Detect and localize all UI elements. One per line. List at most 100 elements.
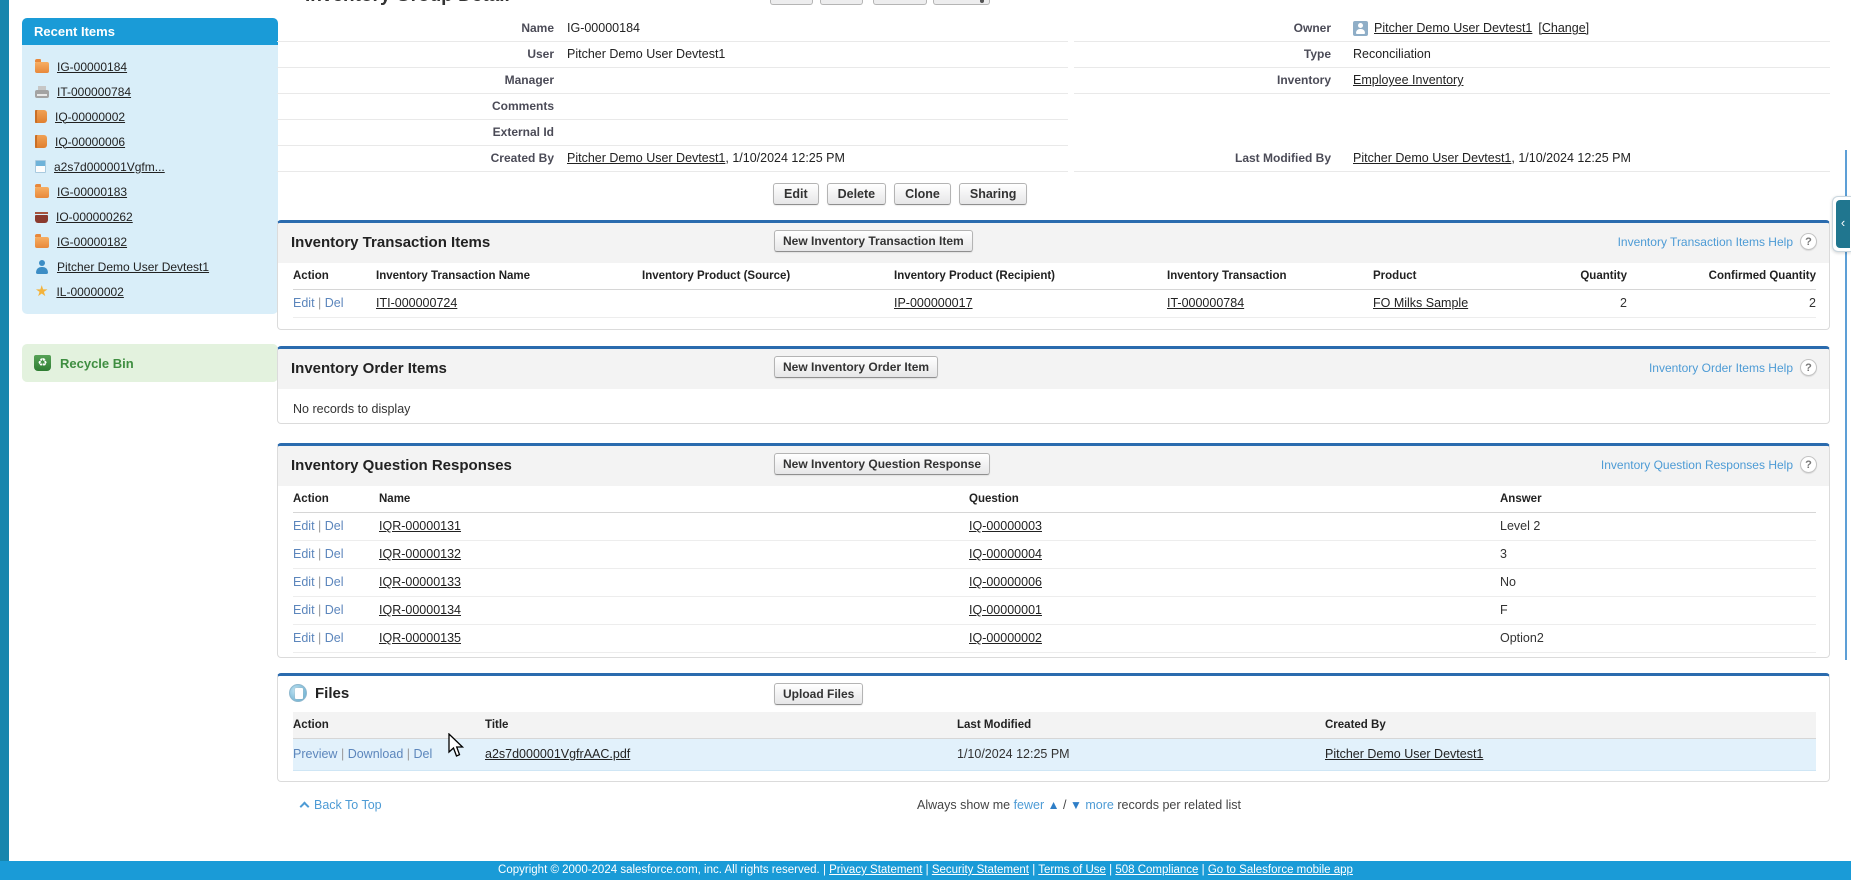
security-statement-link[interactable]: Security Statement	[932, 864, 1029, 876]
recent-item-link[interactable]: IL-00000002	[56, 285, 123, 299]
right-panel-toggle-tab[interactable]: ‹	[1832, 196, 1851, 252]
top-delete-button[interactable]	[820, 0, 863, 5]
order-items-help-link[interactable]: Inventory Order Items Help	[1649, 361, 1793, 375]
field-value: Pitcher Demo User Devtest1	[567, 42, 725, 67]
del-link[interactable]: Del	[325, 631, 344, 645]
recent-item[interactable]: IT-000000784	[22, 79, 278, 104]
response-link[interactable]: IQR-00000135	[379, 631, 461, 645]
cell-question: IQ-00000001	[969, 596, 1500, 624]
response-link[interactable]: IQR-00000134	[379, 603, 461, 617]
recent-item-link[interactable]: IQ-00000002	[55, 110, 125, 124]
book-orange-icon	[35, 135, 47, 148]
del-link[interactable]: Del	[325, 547, 344, 561]
mobile-app-link[interactable]: Go to Salesforce mobile app	[1208, 864, 1353, 876]
recent-item[interactable]: IO-000000262	[22, 204, 278, 229]
fewer-link[interactable]: fewer	[1014, 798, 1045, 812]
transaction-item-link[interactable]: ITI-000000724	[376, 296, 457, 310]
product-link[interactable]: FO Milks Sample	[1373, 296, 1468, 310]
del-link[interactable]: Del	[325, 603, 344, 617]
recent-item[interactable]: IG-00000182	[22, 229, 278, 254]
question-link[interactable]: IQ-00000002	[969, 631, 1042, 645]
recent-item[interactable]: IQ-00000002	[22, 104, 278, 129]
terms-of-use-link[interactable]: Terms of Use	[1038, 864, 1106, 876]
up-triangle-icon[interactable]: ▲	[1048, 798, 1060, 812]
back-to-top[interactable]: Back To Top	[301, 798, 382, 812]
always-show-suffix: records per related list	[1117, 798, 1241, 812]
sharing-button[interactable]: Sharing	[959, 183, 1028, 205]
question-responses-help-link[interactable]: Inventory Question Responses Help	[1601, 458, 1793, 472]
cell-answer: F	[1500, 596, 1816, 624]
response-link[interactable]: IQR-00000132	[379, 547, 461, 561]
download-link[interactable]: Download	[348, 747, 404, 761]
owner-change-link[interactable]: [Change]	[1538, 16, 1589, 41]
response-link[interactable]: IQR-00000131	[379, 519, 461, 533]
preview-link[interactable]: Preview	[293, 747, 337, 761]
compliance-link[interactable]: 508 Compliance	[1115, 864, 1198, 876]
recent-item-link[interactable]: IO-000000262	[56, 210, 133, 224]
more-link[interactable]: more	[1085, 798, 1113, 812]
del-link[interactable]: Del	[414, 747, 433, 761]
field-label: Comments	[277, 94, 554, 119]
del-link[interactable]: Del	[325, 296, 344, 310]
privacy-statement-link[interactable]: Privacy Statement	[829, 864, 922, 876]
recycle-bin[interactable]: ♻ Recycle Bin	[22, 344, 278, 382]
back-to-top-link[interactable]: Back To Top	[314, 798, 382, 812]
created-by-link[interactable]: Pitcher Demo User Devtest1	[567, 151, 725, 165]
top-clone-button[interactable]	[873, 0, 927, 5]
recent-item-link[interactable]: IG-00000182	[57, 235, 127, 249]
cell-name: IQR-00000133	[379, 568, 969, 596]
upload-files-button[interactable]: Upload Files	[774, 683, 863, 705]
inventory-transaction-link[interactable]: IT-000000784	[1167, 296, 1244, 310]
recent-item[interactable]: IQ-00000006	[22, 129, 278, 154]
new-inventory-question-response-button[interactable]: New Inventory Question Response	[774, 453, 990, 475]
edit-link[interactable]: Edit	[293, 575, 315, 589]
recent-item-link[interactable]: Pitcher Demo User Devtest1	[57, 260, 209, 274]
question-link[interactable]: IQ-00000004	[969, 547, 1042, 561]
inventory-link[interactable]: Employee Inventory	[1353, 73, 1463, 87]
recent-item[interactable]: IG-00000183	[22, 179, 278, 204]
cell-action: Edit | Del	[293, 596, 379, 624]
clone-button[interactable]: Clone	[894, 183, 951, 205]
file-link[interactable]: a2s7d000001VgfrAAC.pdf	[485, 747, 630, 761]
edit-link[interactable]: Edit	[293, 296, 315, 310]
transaction-items-help-link[interactable]: Inventory Transaction Items Help	[1618, 235, 1793, 249]
new-inventory-order-item-button[interactable]: New Inventory Order Item	[774, 356, 938, 378]
folder-orange-icon	[35, 62, 49, 73]
question-link[interactable]: IQ-00000001	[969, 603, 1042, 617]
down-triangle-icon[interactable]: ▼	[1070, 798, 1082, 812]
edit-link[interactable]: Edit	[293, 631, 315, 645]
recent-item[interactable]: ★ IL-00000002	[22, 279, 278, 304]
top-edit-button[interactable]	[770, 0, 813, 5]
cell-name: IQR-00000134	[379, 596, 969, 624]
question-link[interactable]: IQ-00000003	[969, 519, 1042, 533]
help-icon[interactable]: ?	[1800, 233, 1817, 250]
creator-link[interactable]: Pitcher Demo User Devtest1	[1325, 747, 1483, 761]
top-sharing-button[interactable]	[933, 0, 990, 5]
response-link[interactable]: IQR-00000133	[379, 575, 461, 589]
inventory-product-link[interactable]: IP-000000017	[894, 296, 973, 310]
recent-item-link[interactable]: IG-00000184	[57, 60, 127, 74]
recent-item[interactable]: IG-00000184	[22, 54, 278, 79]
edit-link[interactable]: Edit	[293, 603, 315, 617]
question-link[interactable]: IQ-00000006	[969, 575, 1042, 589]
edit-button[interactable]: Edit	[773, 183, 819, 205]
edit-link[interactable]: Edit	[293, 547, 315, 561]
delete-button[interactable]: Delete	[827, 183, 887, 205]
help-icon[interactable]: ?	[1800, 359, 1817, 376]
owner-link[interactable]: Pitcher Demo User Devtest1	[1374, 16, 1532, 41]
recent-item-link[interactable]: IQ-00000006	[55, 135, 125, 149]
new-inventory-transaction-item-button[interactable]: New Inventory Transaction Item	[774, 230, 973, 252]
last-modified-by-link[interactable]: Pitcher Demo User Devtest1	[1353, 151, 1511, 165]
recycle-bin-link[interactable]: Recycle Bin	[60, 356, 134, 371]
help-icon[interactable]: ?	[1800, 456, 1817, 473]
transaction-items-table: Action Inventory Transaction Name Invent…	[293, 263, 1816, 318]
edit-link[interactable]: Edit	[293, 519, 315, 533]
recent-item[interactable]: Pitcher Demo User Devtest1	[22, 254, 278, 279]
recent-item-link[interactable]: IT-000000784	[57, 85, 131, 99]
recent-item-link[interactable]: IG-00000183	[57, 185, 127, 199]
recent-item-link[interactable]: a2s7d000001Vgfm...	[54, 160, 165, 174]
field-value: Pitcher Demo User Devtest1, 1/10/2024 12…	[567, 146, 845, 171]
del-link[interactable]: Del	[325, 575, 344, 589]
recent-item[interactable]: a2s7d000001Vgfm...	[22, 154, 278, 179]
del-link[interactable]: Del	[325, 519, 344, 533]
